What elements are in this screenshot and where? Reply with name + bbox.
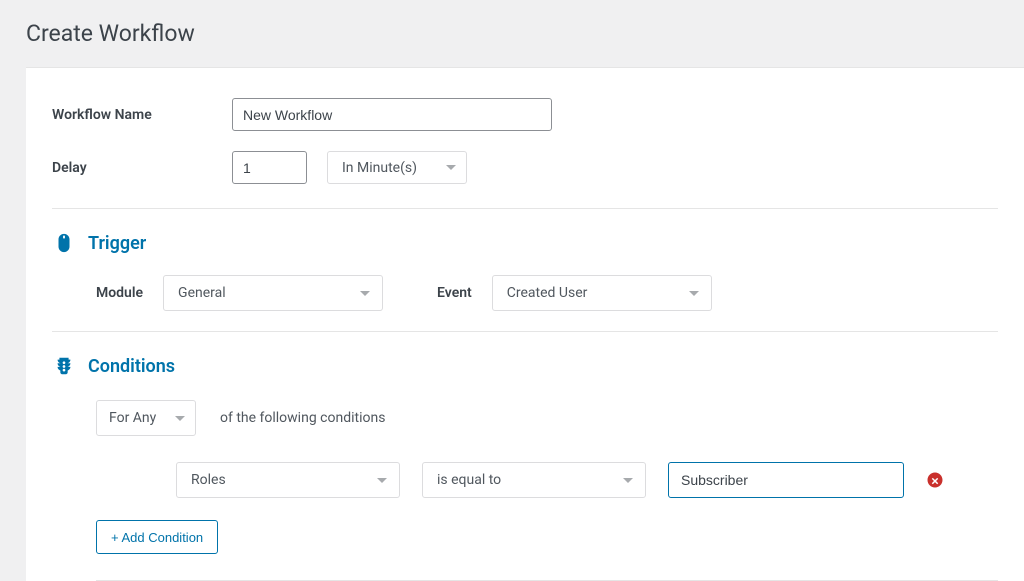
trigger-title: Trigger — [88, 233, 146, 254]
chevron-down-icon — [446, 165, 456, 170]
delay-label: Delay — [52, 160, 232, 176]
chevron-down-icon — [689, 291, 699, 296]
module-label: Module — [96, 285, 143, 301]
conditions-match-row: For Any of the following conditions — [96, 400, 998, 436]
condition-row: Roles is equal to — [176, 462, 998, 498]
trigger-header: Trigger — [52, 209, 998, 269]
conditions-body: For Any of the following conditions Role… — [52, 392, 998, 574]
module-value: General — [178, 285, 348, 301]
event-value: Created User — [507, 285, 677, 301]
chevron-down-icon — [623, 478, 633, 483]
page-header: Create Workflow — [0, 0, 1024, 67]
workflow-card: Workflow Name Delay In Minute(s) Trigger… — [26, 67, 1024, 581]
event-label: Event — [437, 285, 472, 301]
condition-operator-dropdown[interactable]: is equal to — [422, 462, 646, 498]
trigger-row: Module General Event Created User — [52, 269, 998, 332]
chevron-down-icon — [360, 291, 370, 296]
traffic-light-icon — [52, 354, 76, 378]
conditions-title: Conditions — [88, 356, 175, 377]
workflow-name-input[interactable] — [232, 98, 552, 131]
delay-unit-text: In Minute(s) — [342, 160, 434, 176]
delay-row: Delay In Minute(s) — [52, 141, 998, 194]
delay-input[interactable] — [232, 151, 307, 184]
match-type-value: For Any — [109, 410, 163, 426]
conditions-header: Conditions — [52, 332, 998, 392]
workflow-name-row: Workflow Name — [52, 88, 998, 141]
chevron-down-icon — [377, 478, 387, 483]
chevron-down-icon — [175, 416, 185, 421]
event-dropdown[interactable]: Created User — [492, 275, 712, 311]
module-dropdown[interactable]: General — [163, 275, 383, 311]
match-desc: of the following conditions — [220, 410, 385, 426]
delay-unit-dropdown[interactable]: In Minute(s) — [327, 151, 467, 184]
delete-condition-icon[interactable] — [926, 471, 944, 489]
condition-field-dropdown[interactable]: Roles — [176, 462, 400, 498]
mouse-icon — [52, 231, 76, 255]
condition-field-value: Roles — [191, 472, 365, 488]
condition-value-input[interactable] — [668, 462, 904, 498]
condition-operator-value: is equal to — [437, 472, 611, 488]
page-title: Create Workflow — [26, 20, 1024, 47]
match-type-dropdown[interactable]: For Any — [96, 400, 196, 436]
workflow-name-label: Workflow Name — [52, 107, 232, 123]
